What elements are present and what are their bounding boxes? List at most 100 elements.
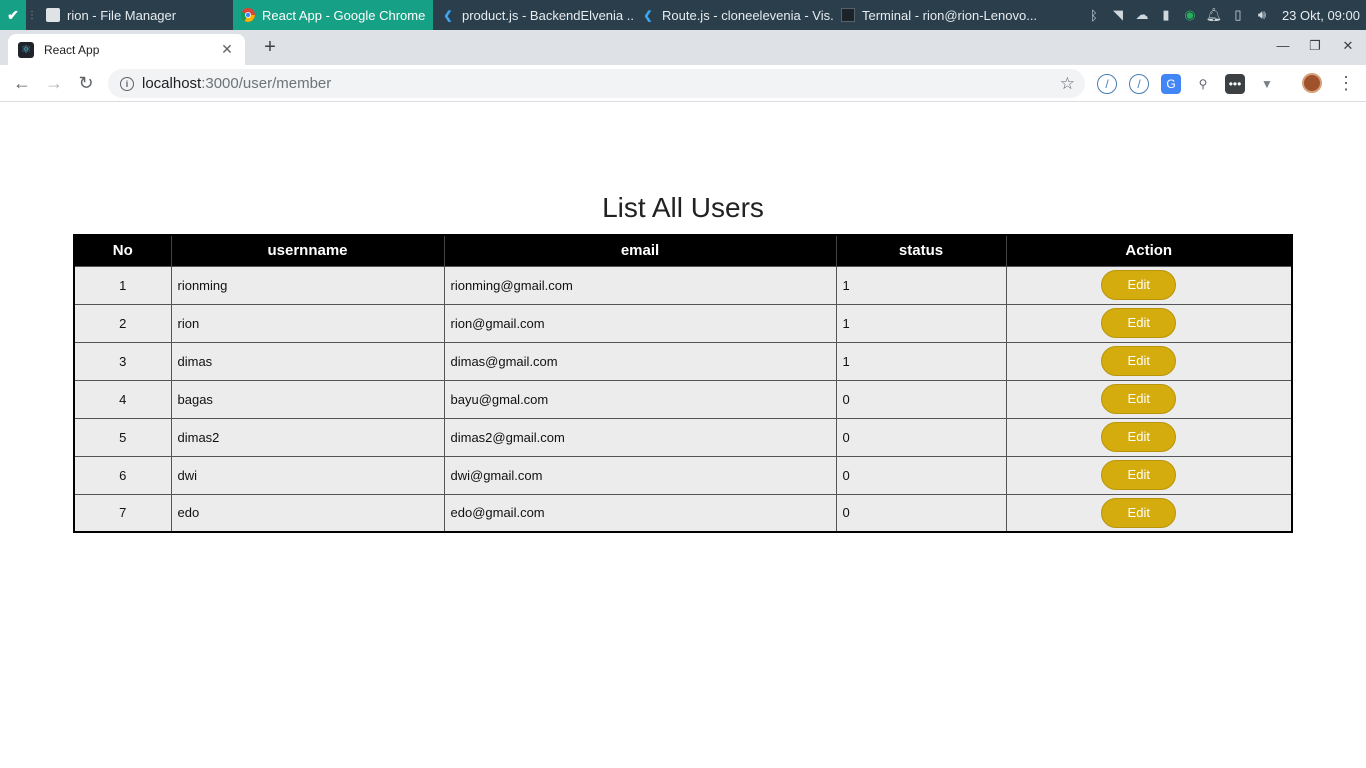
profile-avatar[interactable] (1302, 73, 1322, 93)
chrome-icon (241, 8, 255, 22)
page-title: List All Users (602, 192, 764, 223)
tab-title: React App (44, 42, 100, 57)
taskbar-item-file-manager[interactable]: rion - File Manager (38, 0, 233, 30)
edit-button[interactable]: Edit (1101, 308, 1177, 338)
column-header-username: usernname (170, 235, 444, 266)
table-header-row: No usernname email status Action (74, 235, 1292, 266)
minimize-button[interactable]: — (1271, 38, 1295, 58)
edit-button[interactable]: Edit (1101, 346, 1177, 376)
extension-opera-icon[interactable]: / (1129, 74, 1149, 94)
cell-action: Edit (1005, 341, 1293, 381)
toggle-icon[interactable]: ◉ (1178, 0, 1202, 30)
reload-button[interactable]: ↻ (73, 71, 99, 95)
cell-status: 0 (835, 493, 1007, 533)
extension-opera-icon[interactable]: / (1097, 74, 1117, 94)
extension-dots-icon[interactable]: ••• (1225, 74, 1245, 94)
close-window-button[interactable]: ✕ (1336, 38, 1360, 58)
cell-action: Edit (1005, 379, 1293, 419)
cell-email: bayu@gmal.com (443, 379, 837, 419)
cell-email: rionming@gmail.com (443, 265, 837, 305)
taskbar-item-chrome[interactable]: React App - Google Chrome (233, 0, 433, 30)
notification-bell-icon[interactable]: 🔔︎ (1202, 0, 1226, 30)
cell-username: dimas (170, 341, 445, 381)
taskbar-item-label: Route.js - cloneelevenia - Vis... (662, 7, 833, 23)
bookmark-star-icon[interactable]: ☆ (1060, 74, 1075, 94)
translate-extension-icon[interactable]: G (1161, 74, 1181, 94)
taskbar-item-vscode-product[interactable]: ❮ product.js - BackendElvenia ... (433, 0, 633, 30)
volume-icon[interactable]: 🔊︎ (1250, 0, 1274, 30)
bluetooth-icon[interactable]: ᛒ (1082, 0, 1106, 30)
terminal-icon (841, 8, 855, 22)
cell-status: 0 (835, 417, 1007, 457)
cell-no: 5 (73, 417, 172, 457)
column-header-email: email (443, 235, 836, 266)
back-button[interactable]: ← (9, 71, 35, 95)
users-table: No usernname email status Action 1 rionm… (73, 234, 1293, 533)
cloud-sync-icon[interactable]: ☁ (1130, 0, 1154, 30)
cell-action: Edit (1005, 493, 1293, 533)
cell-username: rionming (170, 265, 445, 305)
cell-username: dimas2 (170, 417, 445, 457)
cell-action: Edit (1005, 265, 1293, 305)
taskbar-item-vscode-route[interactable]: ❮ Route.js - cloneelevenia - Vis... (633, 0, 833, 30)
browser-tab[interactable]: ⚛ React App ✕ (8, 34, 245, 65)
cell-no: 4 (73, 379, 172, 419)
edit-button[interactable]: Edit (1101, 460, 1177, 490)
table-row: 7 edo edo@gmail.com 0 Edit (73, 493, 1293, 533)
edit-button[interactable]: Edit (1101, 270, 1177, 300)
cell-no: 3 (73, 341, 172, 381)
vscode-icon: ❮ (643, 9, 653, 22)
cell-no: 7 (73, 493, 172, 533)
edit-button[interactable]: Edit (1101, 497, 1177, 528)
clock[interactable]: 23 Okt, 09:00 (1282, 8, 1360, 23)
cell-status: 0 (835, 379, 1007, 419)
taskbar-item-terminal[interactable]: Terminal - rion@rion-Lenovo... (833, 0, 1053, 30)
browser-tab-strip: ⚛ React App ✕ + — ❐ ✕ (0, 30, 1366, 65)
cell-email: dimas2@gmail.com (443, 417, 837, 457)
column-header-action: Action (1005, 235, 1292, 266)
cell-no: 6 (73, 455, 172, 495)
cell-no: 1 (73, 265, 172, 305)
taskbar-item-label: product.js - BackendElvenia ... (462, 7, 633, 23)
cell-status: 1 (835, 303, 1007, 343)
cell-email: edo@gmail.com (443, 493, 837, 533)
table-row: 5 dimas2 dimas2@gmail.com 0 Edit (73, 417, 1293, 457)
cell-status: 0 (835, 455, 1007, 495)
cell-action: Edit (1005, 417, 1293, 457)
close-tab-icon[interactable]: ✕ (219, 41, 235, 58)
cell-email: dwi@gmail.com (443, 455, 837, 495)
table-row: 1 rionming rionming@gmail.com 1 Edit (73, 265, 1293, 305)
edit-button[interactable]: Edit (1101, 384, 1177, 414)
site-info-icon[interactable]: i (120, 76, 134, 91)
restore-button[interactable]: ❐ (1303, 38, 1327, 58)
battery-icon[interactable]: ▯ (1226, 0, 1250, 30)
cell-status: 1 (835, 265, 1007, 305)
forward-button[interactable]: → (41, 71, 67, 95)
address-bar[interactable]: i localhost:3000/user/member ☆ (108, 69, 1085, 98)
extension-vue-icon[interactable]: ▼ (1257, 74, 1277, 94)
os-taskbar: ✔ ⋮ rion - File Manager React App - Goog… (0, 0, 1366, 30)
vscode-icon: ❮ (443, 9, 453, 22)
edit-button[interactable]: Edit (1101, 422, 1177, 452)
wifi-icon[interactable]: ◥ (1106, 0, 1130, 30)
new-tab-button[interactable]: + (259, 36, 281, 58)
cell-email: dimas@gmail.com (443, 341, 837, 381)
cell-username: edo (170, 493, 445, 533)
clipboard-icon[interactable]: ▮ (1154, 0, 1178, 30)
cell-action: Edit (1005, 303, 1293, 343)
cell-username: rion (170, 303, 445, 343)
chrome-menu-icon[interactable]: ⋮ (1337, 72, 1355, 94)
folder-icon (46, 8, 60, 22)
cell-username: bagas (170, 379, 445, 419)
app-menu-icon[interactable]: ✔ (0, 0, 26, 30)
drag-handle-icon: ⋮ (27, 9, 37, 21)
taskbar-item-label: Terminal - rion@rion-Lenovo... (862, 7, 1038, 23)
url-path: :3000/user/member (201, 75, 332, 92)
cell-status: 1 (835, 341, 1007, 381)
table-row: 4 bagas bayu@gmal.com 0 Edit (73, 379, 1293, 419)
table-row: 6 dwi dwi@gmail.com 0 Edit (73, 455, 1293, 495)
react-icon: ⚛ (18, 41, 34, 58)
taskbar-item-label: rion - File Manager (67, 7, 177, 23)
extension-search-icon[interactable]: ⚲ (1193, 74, 1213, 94)
taskbar-item-label: React App - Google Chrome (262, 7, 426, 23)
